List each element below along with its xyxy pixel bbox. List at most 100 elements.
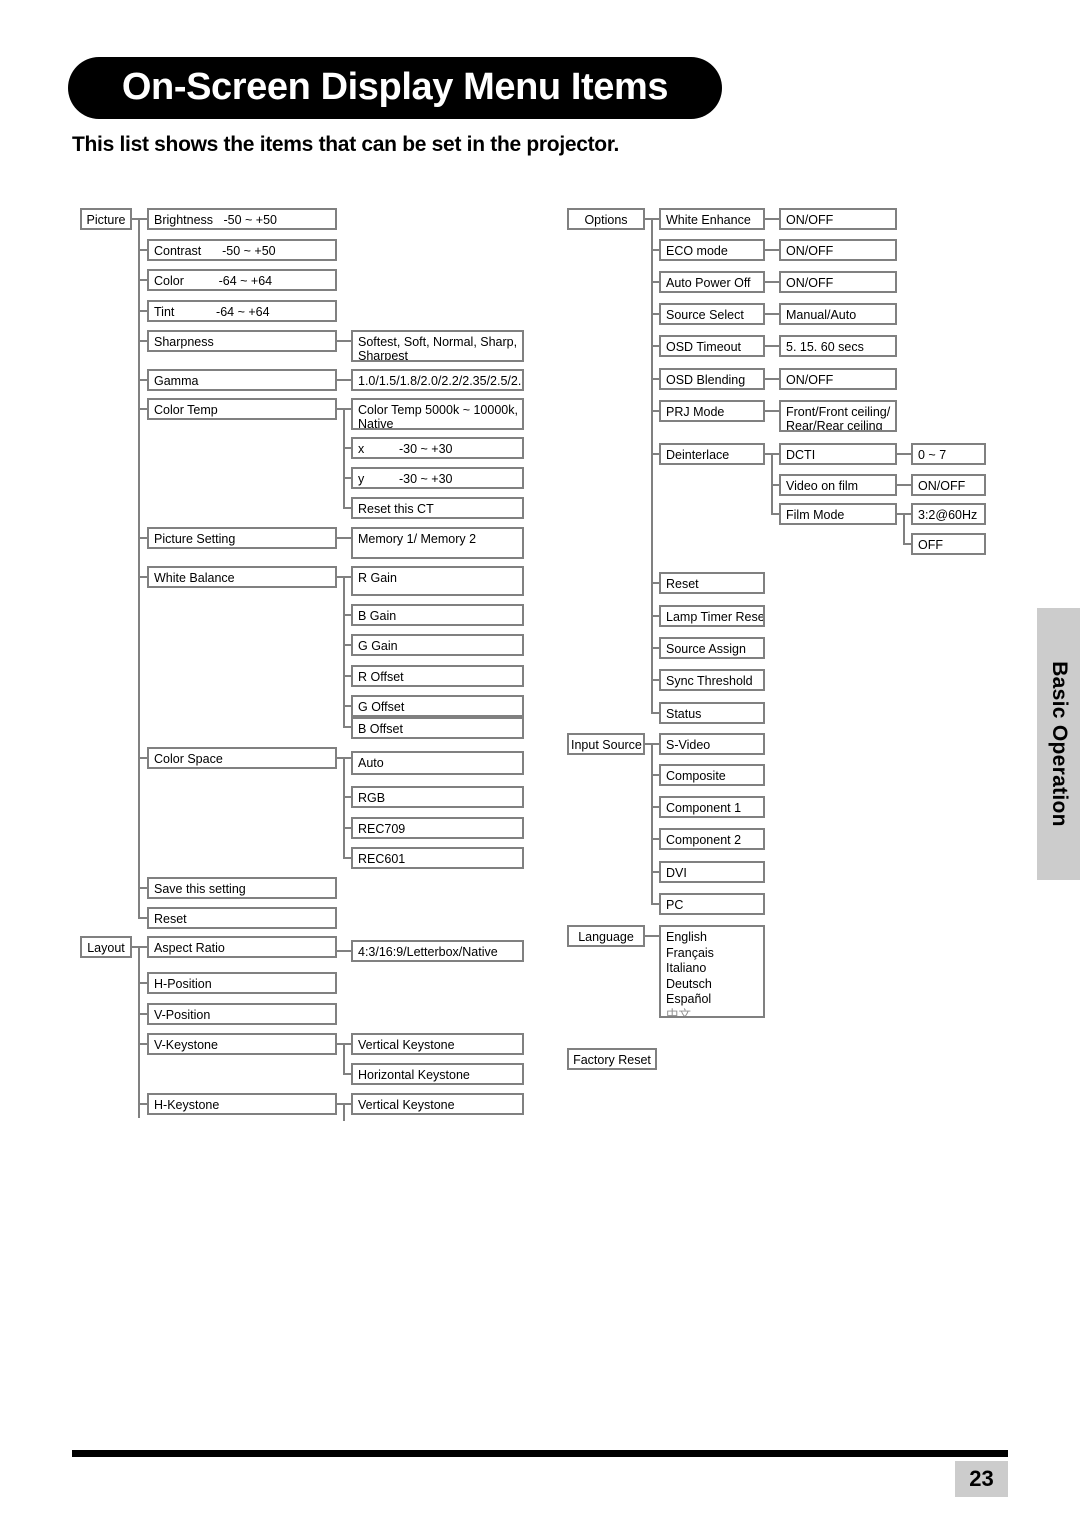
tree-connector	[138, 310, 147, 312]
menu-node-gamma: Gamma	[147, 369, 337, 391]
menu-node-opt-reset: Reset	[659, 572, 765, 594]
menu-node-we-val: ON/OFF	[779, 208, 897, 230]
menu-node-white-enhance: White Enhance	[659, 208, 765, 230]
tree-connector	[337, 379, 351, 381]
menu-node-osdb-val: ON/OFF	[779, 368, 897, 390]
tree-connector	[138, 408, 147, 410]
tree-connector	[337, 950, 351, 952]
menu-node-v-position: V-Position	[147, 1003, 337, 1025]
menu-node-video-on-film: Video on film	[779, 474, 897, 496]
tree-connector	[651, 313, 659, 315]
tree-connector	[651, 838, 659, 840]
menu-node-dcti-val: 0 ~ 7	[911, 443, 986, 465]
menu-node-language: Language	[567, 925, 645, 947]
tree-connector	[343, 507, 351, 509]
menu-node-component-2: Component 2	[659, 828, 765, 850]
page-number: 23	[969, 1466, 994, 1491]
menu-node-picture: Picture	[80, 208, 132, 230]
tree-connector	[343, 1073, 351, 1075]
tree-connector	[765, 218, 779, 220]
footer-divider	[72, 1450, 1008, 1457]
section-tab-label: Basic Operation	[1047, 661, 1071, 827]
tree-connector	[343, 447, 351, 449]
tree-connector	[651, 712, 659, 714]
menu-node-dvi: DVI	[659, 861, 765, 883]
menu-node-fm-val-2: OFF	[911, 533, 986, 555]
menu-node-eco-val: ON/OFF	[779, 239, 897, 261]
menu-node-sharpness: Sharpness	[147, 330, 337, 352]
tree-connector	[138, 1103, 147, 1105]
tree-connector	[651, 871, 659, 873]
menu-node-osdt-val: 5. 15. 60 secs	[779, 335, 897, 357]
menu-node-fm-val-1: 3:2@60Hz	[911, 503, 986, 525]
menu-node-save-setting: Save this setting	[147, 877, 337, 899]
tree-connector	[645, 935, 659, 937]
menu-node-ct-y: y -30 ~ +30	[351, 467, 524, 489]
menu-node-h-keystone: H-Keystone	[147, 1093, 337, 1115]
tree-connector	[651, 806, 659, 808]
tree-connector	[903, 513, 905, 544]
tree-connector	[897, 484, 911, 486]
tree-connector	[651, 615, 659, 617]
menu-node-reset-this-ct: Reset this CT	[351, 497, 524, 519]
menu-node-osd-blending: OSD Blending	[659, 368, 765, 390]
menu-node-color: Color -64 ~ +64	[147, 269, 337, 291]
tree-connector	[651, 410, 659, 412]
menu-node-cs-auto: Auto	[351, 751, 524, 775]
menu-node-input-source: Input Source	[567, 733, 645, 755]
menu-node-cs-rec709: REC709	[351, 817, 524, 839]
tree-connector	[138, 379, 147, 381]
menu-node-ct-x: x -30 ~ +30	[351, 437, 524, 459]
menu-node-hk-vertical: Vertical Keystone	[351, 1093, 524, 1115]
menu-node-lamp-timer: Lamp Timer Reset	[659, 605, 765, 627]
tree-connector	[651, 582, 659, 584]
menu-node-factory-reset: Factory Reset	[567, 1048, 657, 1070]
menu-node-aspect-ratio: Aspect Ratio	[147, 936, 337, 958]
menu-node-dcti: DCTI	[779, 443, 897, 465]
tree-connector	[765, 249, 779, 251]
tree-connector	[337, 340, 351, 342]
tree-connector	[138, 917, 147, 919]
menu-node-brightness: Brightness -50 ~ +50	[147, 208, 337, 230]
menu-node-component-1: Component 1	[659, 796, 765, 818]
tree-connector	[765, 345, 779, 347]
tree-connector	[651, 774, 659, 776]
tree-connector	[138, 279, 147, 281]
menu-node-cs-rec601: REC601	[351, 847, 524, 869]
menu-node-source-assign: Source Assign	[659, 637, 765, 659]
menu-node-ss-val: Manual/Auto	[779, 303, 897, 325]
menu-node-source-select: Source Select	[659, 303, 765, 325]
page-number-badge: 23	[955, 1461, 1008, 1497]
menu-node-gamma-val: 1.0/1.5/1.8/2.0/2.2/2.35/2.5/2.8	[351, 369, 524, 391]
menu-node-g-gain: G Gain	[351, 634, 524, 656]
tree-connector	[138, 340, 147, 342]
menu-node-sync-threshold: Sync Threshold	[659, 669, 765, 691]
tree-connector	[897, 453, 911, 455]
menu-node-memory: Memory 1/ Memory 2	[351, 527, 524, 559]
tree-connector	[651, 453, 659, 455]
menu-node-osd-timeout: OSD Timeout	[659, 335, 765, 357]
tree-connector	[343, 726, 351, 728]
menu-node-options: Options	[567, 208, 645, 230]
tree-connector	[343, 827, 351, 829]
osd-menu-tree-diagram: Picture Brightness -50 ~ +50 Contrast -50 …	[0, 0, 1080, 1534]
tree-connector	[765, 378, 779, 380]
menu-node-prj-mode: PRJ Mode	[659, 400, 765, 422]
tree-connector	[138, 1043, 147, 1045]
menu-node-prj-val: Front/Front ceiling/ Rear/Rear ceiling	[779, 400, 897, 432]
menu-node-color-temp: Color Temp	[147, 398, 337, 420]
tree-connector	[343, 757, 345, 858]
menu-node-contrast: Contrast -50 ~ +50	[147, 239, 337, 261]
menu-node-g-offset: G Offset	[351, 695, 524, 717]
tree-connector	[138, 576, 147, 578]
menu-node-deinterlace: Deinterlace	[659, 443, 765, 465]
menu-node-r-gain: R Gain	[351, 566, 524, 596]
tree-connector	[903, 543, 911, 545]
tree-connector	[343, 644, 351, 646]
tree-connector	[343, 477, 351, 479]
tree-connector	[343, 796, 351, 798]
tree-connector	[138, 946, 140, 1118]
tree-connector	[138, 982, 147, 984]
section-tab-basic-operation: Basic Operation	[1037, 608, 1080, 880]
tree-connector	[343, 408, 345, 507]
